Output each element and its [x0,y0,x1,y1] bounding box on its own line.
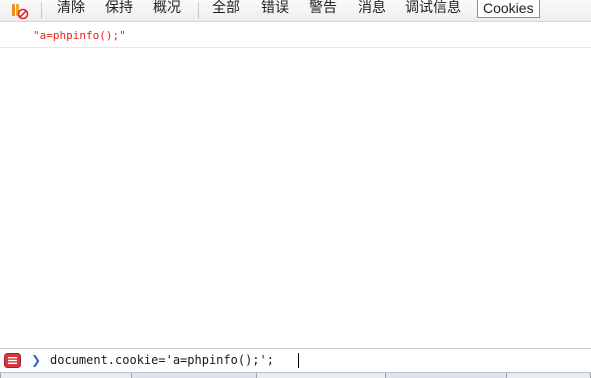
toolbar-separator [198,2,199,19]
log-entry: "a=phpinfo();" [0,22,591,48]
filter-debug-button[interactable]: 调试信息 [405,0,461,17]
filter-warnings-button[interactable]: 警告 [309,0,337,17]
clear-button[interactable]: 清除 [57,0,85,17]
toolbar-separator [41,2,42,19]
command-line-input[interactable] [50,352,580,369]
filter-all-button[interactable]: 全部 [212,0,240,17]
persist-button[interactable]: 保持 [105,0,133,17]
window-tab [506,373,591,378]
filter-cookies-button[interactable]: Cookies [477,0,540,18]
console-toolbar: 清除 保持 概况 全部 错误 警告 消息 调试信息 Cookies [0,0,591,22]
command-line-menu-icon[interactable] [4,353,21,368]
log-entry-text[interactable]: "a=phpinfo();" [33,29,126,42]
profile-button[interactable]: 概况 [153,0,181,17]
command-prompt-chevron-icon: ❯ [31,353,42,367]
firebug-bug-disabled-icon[interactable] [8,1,30,20]
text-caret [298,353,299,368]
console-log: "a=phpinfo();" [0,22,591,348]
bottom-window-strip [0,372,591,378]
firebug-console-panel: 清除 保持 概况 全部 错误 警告 消息 调试信息 Cookies "a=php… [0,0,591,378]
filter-errors-button[interactable]: 错误 [261,0,289,17]
window-tab [0,373,132,378]
filter-info-button[interactable]: 消息 [358,0,386,17]
window-tab [256,373,386,378]
command-line-bar: ❯ [0,348,591,372]
